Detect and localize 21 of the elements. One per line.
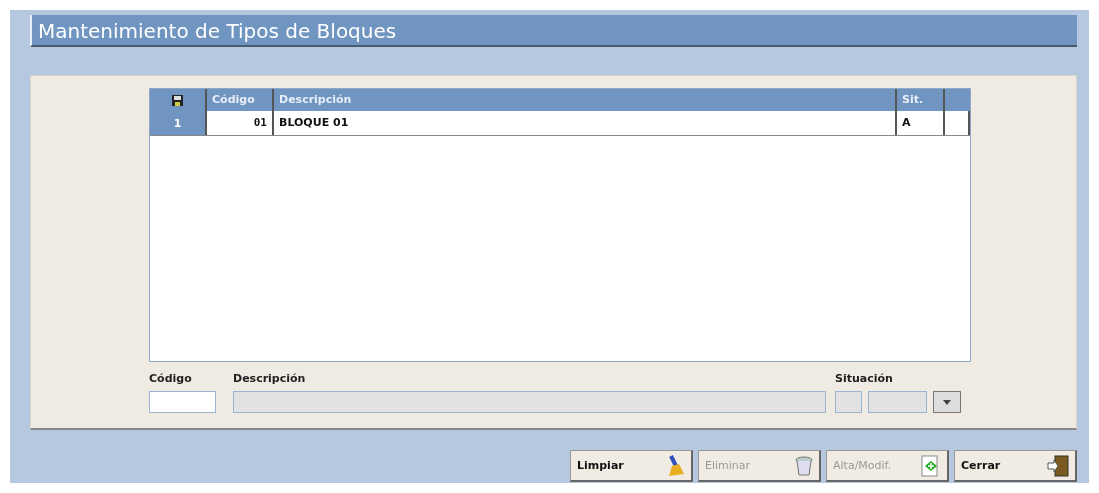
caret-icon: [943, 399, 951, 405]
input-field[interactable]: [149, 391, 216, 413]
dropdown-button[interactable]: [933, 391, 961, 413]
action-button[interactable]: Cerrar: [954, 450, 1077, 482]
table-cell: A: [897, 111, 945, 135]
action-button[interactable]: Limpiar: [570, 450, 693, 482]
row-number: 1: [150, 111, 207, 135]
column-header[interactable]: Código: [207, 89, 274, 111]
field-label: Código: [149, 372, 193, 386]
save-icon: [172, 94, 183, 106]
trash-icon: [795, 455, 813, 476]
window-title: Mantenimiento de Tipos de Bloques: [30, 15, 1077, 47]
field-label: Situación: [835, 372, 894, 386]
field-label: Descripción: [233, 372, 307, 386]
header-cell: [945, 89, 970, 111]
table-cell: 01: [207, 111, 274, 135]
exit-door-icon: [1047, 454, 1069, 477]
add-document-icon: [921, 454, 941, 477]
column-header[interactable]: Descripción: [274, 89, 897, 111]
column-header[interactable]: Sit.: [897, 89, 945, 111]
table-cell: BLOQUE 01: [274, 111, 897, 135]
